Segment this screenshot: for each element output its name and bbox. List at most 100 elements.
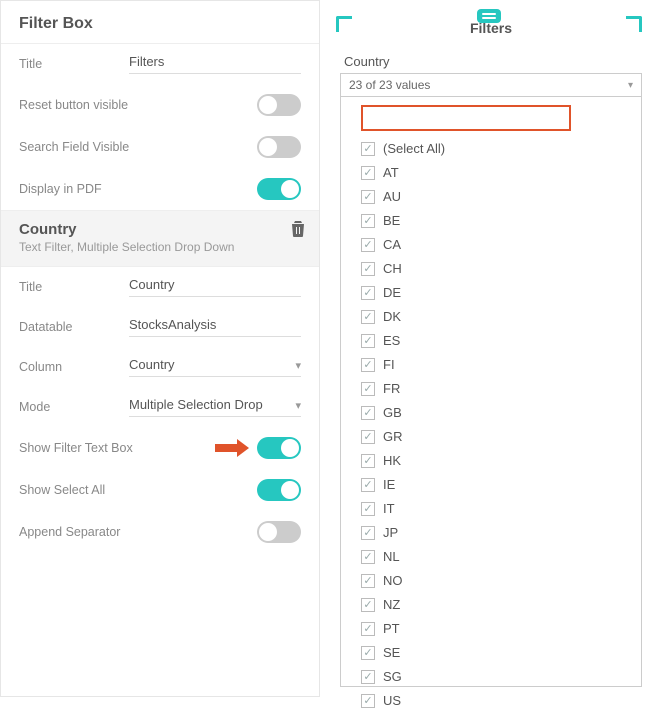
checkbox-checked-icon: ✓ — [361, 598, 375, 612]
option-item[interactable]: ✓ SG — [347, 665, 635, 689]
search-visible-toggle[interactable] — [257, 136, 301, 158]
reset-visible-toggle[interactable] — [257, 94, 301, 116]
chevron-down-icon: ▾ — [628, 80, 633, 91]
option-label: (Select All) — [383, 139, 445, 159]
filter-title-label: Title — [19, 280, 129, 294]
option-item[interactable]: ✓ NO — [347, 569, 635, 593]
option-item[interactable]: ✓ES — [347, 329, 635, 353]
option-item[interactable]: ✓ CH — [347, 257, 635, 281]
option-item[interactable]: ✓DE — [347, 281, 635, 305]
option-label: IE — [383, 475, 395, 495]
option-item[interactable]: ✓US — [347, 689, 635, 713]
checkbox-checked-icon: ✓ — [361, 430, 375, 444]
title-input[interactable]: Filters — [129, 54, 301, 74]
option-item[interactable]: ✓FI — [347, 353, 635, 377]
option-label: IT — [383, 499, 395, 519]
option-label: GR — [383, 427, 403, 447]
trash-icon[interactable] — [291, 221, 305, 240]
checkbox-checked-icon: ✓ — [361, 526, 375, 540]
option-label: SG — [383, 667, 402, 687]
checkbox-checked-icon: ✓ — [361, 670, 375, 684]
checkbox-checked-icon: ✓ — [361, 310, 375, 324]
display-pdf-label: Display in PDF — [19, 182, 160, 196]
option-label: NO — [383, 571, 403, 591]
preview-dropdown-panel: ✓ (Select All) ✓AT✓AU✓BE✓CA✓CH✓DE✓DK✓ES✓… — [340, 97, 642, 687]
checkbox-checked-icon: ✓ — [361, 262, 375, 276]
mode-value: Multiple Selection Drop — [129, 397, 263, 412]
checkbox-checked-icon: ✓ — [361, 190, 375, 204]
option-item[interactable]: ✓ SE — [347, 641, 635, 665]
option-label: AT — [383, 163, 399, 183]
option-item[interactable]: ✓ DK — [347, 305, 635, 329]
option-item[interactable]: ✓ JP — [347, 521, 635, 545]
selection-corner-icon — [336, 16, 352, 32]
option-item[interactable]: ✓ NZ — [347, 593, 635, 617]
append-separator-toggle[interactable] — [257, 521, 301, 543]
checkbox-checked-icon: ✓ — [361, 358, 375, 372]
option-label: AU — [383, 187, 401, 207]
option-label: PT — [383, 619, 400, 639]
title-label: Title — [19, 57, 129, 71]
option-label: SE — [383, 643, 400, 663]
option-item[interactable]: ✓ GR — [347, 425, 635, 449]
chevron-down-icon: ▾ — [295, 399, 301, 412]
preview-field-label: Country — [340, 54, 642, 69]
option-item[interactable]: ✓HK — [347, 449, 635, 473]
option-label: CH — [383, 259, 402, 279]
preview-search-input[interactable] — [361, 105, 571, 131]
option-label: NL — [383, 547, 400, 567]
option-item[interactable]: ✓ CA — [347, 233, 635, 257]
column-value: Country — [129, 357, 175, 372]
checkbox-checked-icon: ✓ — [361, 646, 375, 660]
option-label: DK — [383, 307, 401, 327]
option-item[interactable]: ✓FR — [347, 377, 635, 401]
display-pdf-toggle[interactable] — [257, 178, 301, 200]
selection-corner-icon — [626, 16, 642, 32]
option-label: US — [383, 691, 401, 711]
column-select[interactable]: Country ▾ — [129, 357, 301, 377]
filter-section-title: Country — [19, 221, 301, 238]
checkbox-checked-icon: ✓ — [361, 406, 375, 420]
preview-dropdown[interactable]: 23 of 23 values ▾ — [340, 73, 642, 97]
chevron-down-icon: ▾ — [295, 359, 301, 372]
option-label: DE — [383, 283, 401, 303]
filter-title-input[interactable]: Country — [129, 277, 301, 297]
preview-pane: Filters Country 23 of 23 values ▾ ✓ (Sel… — [326, 0, 652, 697]
option-label: GB — [383, 403, 402, 423]
config-panel: Filter Box Title Filters Reset button vi… — [0, 0, 320, 697]
option-item[interactable]: ✓ IT — [347, 497, 635, 521]
panel-header: Filter Box — [1, 1, 319, 44]
mode-select[interactable]: Multiple Selection Drop ▾ — [129, 397, 301, 417]
option-label: BE — [383, 211, 400, 231]
option-item[interactable]: ✓ GB — [347, 401, 635, 425]
checkbox-checked-icon: ✓ — [361, 622, 375, 636]
preview-summary: 23 of 23 values — [349, 78, 430, 92]
checkbox-checked-icon: ✓ — [361, 574, 375, 588]
option-item[interactable]: ✓ PT — [347, 617, 635, 641]
option-item[interactable]: ✓ AT — [347, 161, 635, 185]
checkbox-checked-icon: ✓ — [361, 238, 375, 252]
checkbox-checked-icon: ✓ — [361, 502, 375, 516]
datatable-input[interactable]: StocksAnalysis — [129, 317, 301, 337]
drag-handle-icon[interactable] — [477, 9, 501, 23]
reset-visible-label: Reset button visible — [19, 98, 160, 112]
show-filter-textbox-toggle[interactable] — [257, 437, 301, 459]
option-select-all[interactable]: ✓ (Select All) — [347, 137, 635, 161]
callout-arrow-icon — [215, 437, 249, 459]
option-label: ES — [383, 331, 400, 351]
checkbox-checked-icon: ✓ — [361, 214, 375, 228]
option-label: NZ — [383, 595, 400, 615]
option-item[interactable]: ✓ AU — [347, 185, 635, 209]
checkbox-checked-icon: ✓ — [361, 166, 375, 180]
option-item[interactable]: ✓ BE — [347, 209, 635, 233]
checkbox-checked-icon: ✓ — [361, 382, 375, 396]
option-label: JP — [383, 523, 398, 543]
append-separator-label: Append Separator — [19, 525, 160, 539]
option-item[interactable]: ✓ NL — [347, 545, 635, 569]
filter-section-header[interactable]: Country Text Filter, Multiple Selection … — [1, 210, 319, 267]
show-select-all-toggle[interactable] — [257, 479, 301, 501]
search-visible-label: Search Field Visible — [19, 140, 160, 154]
checkbox-checked-icon: ✓ — [361, 550, 375, 564]
option-item[interactable]: ✓IE — [347, 473, 635, 497]
option-label: CA — [383, 235, 401, 255]
